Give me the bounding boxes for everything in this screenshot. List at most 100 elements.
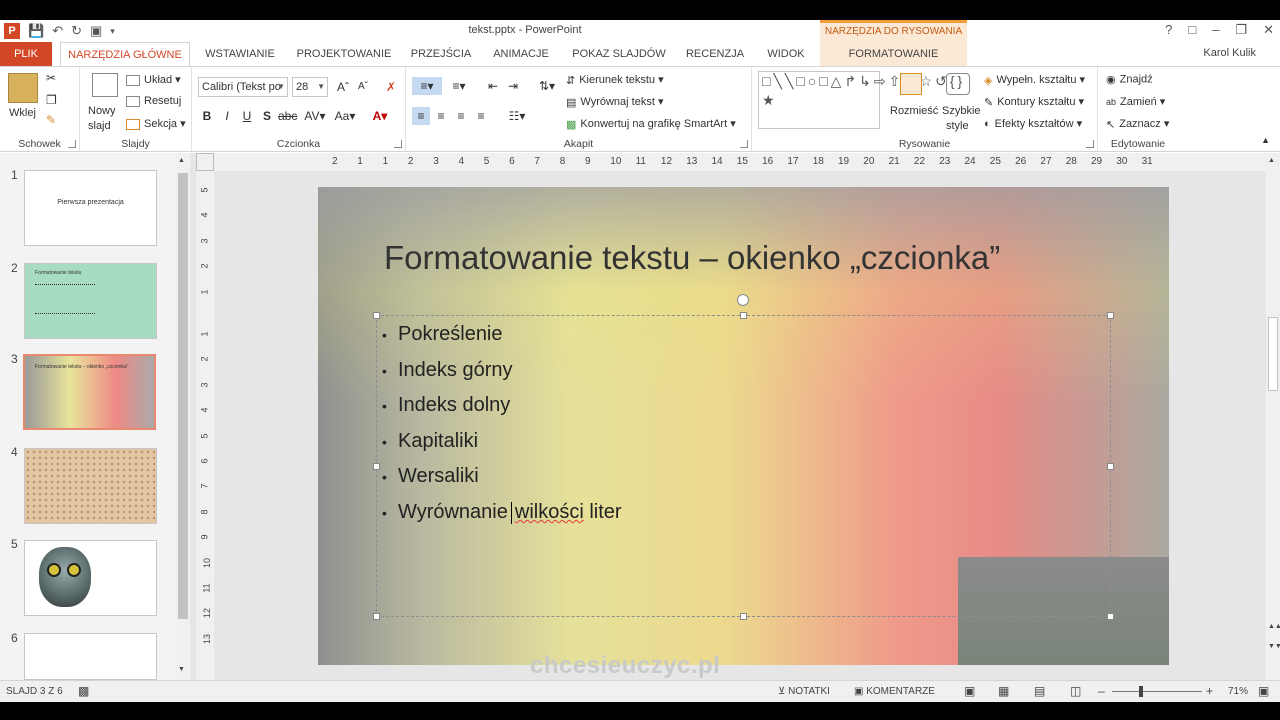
font-size-combo[interactable]: 28 ▼ <box>292 77 328 97</box>
close-button[interactable]: ✕ <box>1263 22 1274 38</box>
fit-slide-icon[interactable]: ▣ <box>1258 684 1269 698</box>
scroll-thumb[interactable] <box>178 173 188 619</box>
resize-handle[interactable] <box>740 312 747 319</box>
underline-icon[interactable]: U <box>238 107 256 125</box>
format-painter-icon[interactable]: ✎ <box>46 113 56 127</box>
bold-icon[interactable]: B <box>198 107 216 125</box>
quick-styles-label-1[interactable]: Szybkie <box>942 105 981 117</box>
paste-icon[interactable] <box>8 73 38 103</box>
rotate-handle-icon[interactable] <box>737 294 749 306</box>
cut-icon[interactable]: ✂ <box>46 71 56 85</box>
tab-design[interactable]: PROJEKTOWANIE <box>292 42 396 66</box>
grow-font-icon[interactable]: Aˆ <box>334 78 352 96</box>
redo-icon[interactable]: ↻ <box>71 23 82 39</box>
arrange-label[interactable]: Rozmieść <box>890 105 938 117</box>
resize-handle[interactable] <box>1107 312 1114 319</box>
scroll-thumb[interactable] <box>1268 317 1278 391</box>
align-left-icon[interactable]: ≡ <box>412 107 430 125</box>
presentation-start-icon[interactable]: ▣ <box>90 23 102 39</box>
new-slide-icon[interactable] <box>92 73 118 97</box>
line-spacing-icon[interactable]: ⇅▾ <box>534 77 560 95</box>
scroll-up-icon[interactable]: ▲ <box>178 157 185 164</box>
find-button[interactable]: ◉ Znajdź <box>1106 73 1153 86</box>
shape-fill-button[interactable]: ◈ Wypełn. kształtu ▾ <box>984 73 1085 87</box>
paragraph-launcher-icon[interactable] <box>740 140 748 148</box>
customize-qat-icon[interactable]: ▾ <box>110 26 115 37</box>
select-button[interactable]: ↖ Zaznacz ▾ <box>1106 117 1169 131</box>
zoom-slider[interactable] <box>1112 691 1202 692</box>
bullets-icon[interactable]: ≡▾ <box>412 77 442 95</box>
slide-scrollbar[interactable]: ▲ ▲▲ ▼▼ <box>1266 153 1280 680</box>
list-item[interactable]: • Wyrównanie wilkości liter <box>382 495 622 531</box>
columns-icon[interactable]: ☷▾ <box>504 107 530 125</box>
resize-handle[interactable] <box>740 613 747 620</box>
shadow-icon[interactable]: S <box>258 107 276 125</box>
quick-styles-icon[interactable] <box>946 73 970 95</box>
tab-file[interactable]: PLIK <box>0 42 52 66</box>
replace-button[interactable]: ab Zamień ▾ <box>1106 95 1165 108</box>
italic-icon[interactable]: I <box>218 107 236 125</box>
list-item[interactable]: • Indeks dolny <box>382 388 622 424</box>
layout-button[interactable]: Układ ▾ <box>126 73 181 86</box>
notes-button[interactable]: ⊻ NOTATKI <box>778 686 830 697</box>
restore-button[interactable]: ❐ <box>1235 22 1247 38</box>
undo-icon[interactable]: ↶ <box>52 23 63 39</box>
list-item[interactable]: • Indeks górny <box>382 353 622 389</box>
scroll-down-icon[interactable]: ▼ <box>178 666 185 673</box>
scroll-up-icon[interactable]: ▲ <box>1268 157 1275 164</box>
font-name-combo[interactable]: Calibri (Tekst po ▼ <box>198 77 288 97</box>
horizontal-ruler[interactable]: 2 1 1 2 3 4 5 6 7 8 9 10 11 12 13 14 15 16 17 18 19 20 21 22 23 2… <box>214 153 1280 171</box>
slide-thumbnail-2[interactable]: Formatowanie tekstu <box>24 263 157 339</box>
list-item[interactable]: • Kapitaliki <box>382 424 622 460</box>
list-item[interactable]: • Wersaliki <box>382 459 622 495</box>
comments-button[interactable]: ▣ KOMENTARZE <box>854 686 935 697</box>
paste-label[interactable]: Wklej <box>9 107 36 119</box>
thumbnails-scrollbar[interactable]: ▲ ▼ <box>176 153 190 680</box>
align-text-button[interactable]: ▤ Wyrównaj tekst ▾ <box>566 95 663 109</box>
strikethrough-icon[interactable]: abc <box>278 107 297 125</box>
misspelled-word[interactable]: wilkości <box>515 501 584 523</box>
increase-indent-icon[interactable]: ⇥ <box>504 77 522 95</box>
section-button[interactable]: Sekcja ▾ <box>126 117 186 130</box>
save-icon[interactable]: 💾 <box>28 23 44 39</box>
tab-slideshow[interactable]: POKAZ SLAJDÓW <box>564 42 674 66</box>
font-color-icon[interactable]: A▾ <box>368 107 392 125</box>
slide-thumbnail-1[interactable]: Pierwsza prezentacja <box>24 170 157 246</box>
zoom-level[interactable]: 71% <box>1228 686 1248 697</box>
resize-handle[interactable] <box>373 463 380 470</box>
copy-icon[interactable]: ❐ <box>46 93 57 107</box>
normal-view-icon[interactable]: ▣ <box>964 684 975 698</box>
collapse-ribbon-icon[interactable]: ▲ <box>1261 135 1270 145</box>
justify-icon[interactable]: ≡ <box>472 107 490 125</box>
align-right-icon[interactable]: ≡ <box>452 107 470 125</box>
resize-handle[interactable] <box>373 312 380 319</box>
char-spacing-icon[interactable]: AV▾ <box>302 107 328 125</box>
slide-thumbnail-5[interactable] <box>24 540 157 616</box>
align-center-icon[interactable]: ≡ <box>432 107 450 125</box>
new-slide-label-1[interactable]: Nowy <box>88 105 116 117</box>
change-case-icon[interactable]: Aa▾ <box>332 107 358 125</box>
slide-sorter-icon[interactable]: ▦ <box>998 684 1009 698</box>
reset-button[interactable]: Resetuj <box>126 95 181 107</box>
next-slide-icon[interactable]: ▼▼ <box>1268 643 1280 650</box>
slideshow-icon[interactable]: ◫ <box>1070 684 1081 698</box>
smartart-button[interactable]: ▩ Konwertuj na grafikę SmartArt ▾ <box>566 117 736 131</box>
ruler-corner[interactable] <box>196 153 214 171</box>
slide-thumbnail-3[interactable]: Formatowanie tekstu – okienko „czcionka” <box>23 354 156 430</box>
slide-thumbnail-6[interactable] <box>24 633 157 680</box>
bullet-list[interactable]: • Pokreślenie • Indeks górny • Indeks dolny… <box>382 317 622 531</box>
slide-title[interactable]: Formatowanie tekstu – okienko „czcionka” <box>384 239 1000 277</box>
user-name[interactable]: Karol Kulik <box>1203 47 1256 59</box>
clipboard-launcher-icon[interactable] <box>68 140 76 148</box>
numbering-icon[interactable]: ≡▾ <box>446 77 472 95</box>
list-item[interactable]: • Pokreślenie <box>382 317 622 353</box>
reading-view-icon[interactable]: ▤ <box>1034 684 1045 698</box>
resize-handle[interactable] <box>373 613 380 620</box>
minimize-button[interactable]: – <box>1212 22 1219 38</box>
shapes-gallery[interactable]: □╲╲□○□△↱↳⇨⇧▧☆↺{}★ <box>758 71 962 129</box>
previous-slide-icon[interactable]: ▲▲ <box>1268 623 1280 630</box>
clear-formatting-icon[interactable]: ✗ <box>382 78 400 96</box>
tab-review[interactable]: RECENZJA <box>680 42 750 66</box>
resize-handle[interactable] <box>1107 613 1114 620</box>
decrease-indent-icon[interactable]: ⇤ <box>484 77 502 95</box>
